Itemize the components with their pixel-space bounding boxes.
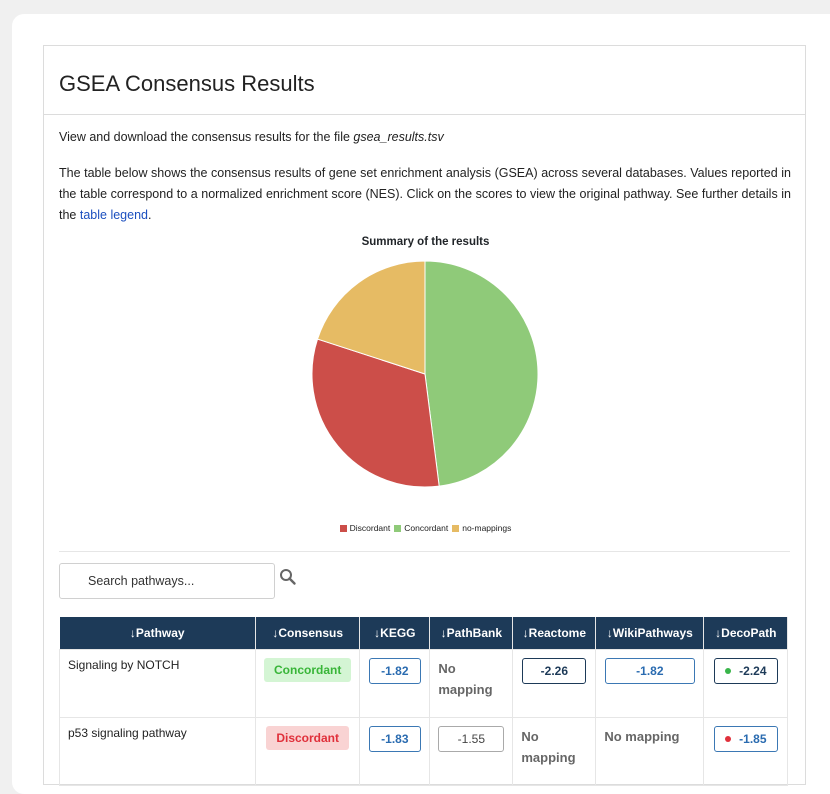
reactome-score[interactable]: -2.26 [522, 657, 587, 684]
wikipathways-cell: No mapping [595, 716, 705, 786]
search-icon[interactable] [279, 568, 297, 591]
search-input[interactable] [59, 563, 275, 599]
results-card: GSEA Consensus Results View and download… [43, 45, 807, 786]
legend-label: Discordant [349, 523, 391, 533]
pie-slice-concordant[interactable] [424, 260, 539, 487]
no-mapping-text: No mapping [438, 660, 493, 697]
intro-text: View and download the consensus results … [59, 130, 444, 144]
chart-legend: Discordant Concordant no-mappings [44, 523, 807, 533]
summary-pie-chart [311, 260, 539, 488]
consensus-badge: Discordant [266, 725, 350, 750]
col-header-pathway[interactable]: ↓Pathway [59, 617, 256, 649]
table-header-row: ↓Pathway ↓Consensus ↓KEGG ↓PathBank ↓Rea… [59, 617, 789, 649]
no-mapping-text: No mapping [604, 728, 680, 744]
decopath-cell: -1.85 [703, 716, 789, 786]
pathway-name: Signaling by NOTCH [59, 648, 256, 718]
table-row: p53 signaling pathway Discordant -1.83 -… [59, 716, 789, 786]
decopath-value: -2.24 [739, 663, 767, 678]
pathbank-cell: -1.55 [429, 716, 514, 786]
legend-label: Concordant [404, 523, 449, 533]
intro-prefix: View and download the consensus results … [59, 130, 354, 144]
card-header: GSEA Consensus Results [44, 46, 805, 115]
legend-item-concordant[interactable]: Concordant [394, 523, 448, 533]
kegg-cell: -1.83 [359, 716, 431, 786]
kegg-score[interactable]: -1.83 [368, 725, 421, 752]
description-end: . [147, 208, 152, 222]
decopath-value: -1.85 [739, 731, 767, 746]
divider [59, 551, 790, 552]
decopath-score[interactable]: -2.24 [713, 657, 778, 684]
description-body: The table below shows the consensus resu… [59, 166, 791, 222]
decopath-score[interactable]: -1.85 [713, 725, 778, 752]
reactome-cell: -2.26 [512, 648, 597, 718]
col-header-wikipathways[interactable]: ↓WikiPathways [595, 617, 705, 649]
consensus-badge: Concordant [264, 657, 352, 682]
pathway-name: p53 signaling pathway [59, 716, 256, 786]
description-text: The table below shows the consensus resu… [59, 163, 791, 226]
legend-swatch [339, 525, 347, 532]
col-header-decopath[interactable]: ↓DecoPath [703, 617, 789, 649]
legend-swatch [452, 525, 460, 532]
consensus-cell: Discordant [254, 716, 361, 786]
reactome-cell: No mapping [512, 716, 597, 786]
kegg-cell: -1.82 [359, 648, 431, 718]
col-header-kegg[interactable]: ↓KEGG [359, 617, 431, 649]
table-legend-link[interactable]: table legend [80, 208, 148, 222]
legend-item-no-mappings[interactable]: no-mappings [452, 523, 511, 533]
no-mapping-text: No mapping [521, 728, 576, 765]
discordant-dot-icon [725, 735, 732, 742]
consensus-cell: Concordant [254, 648, 361, 718]
col-header-consensus[interactable]: ↓Consensus [255, 617, 361, 649]
legend-item-discordant[interactable]: Discordant [339, 523, 391, 533]
table-row: Signaling by NOTCH Concordant -1.82 No m… [59, 648, 789, 718]
col-header-reactome[interactable]: ↓Reactome [512, 617, 597, 649]
wikipathways-score[interactable]: -1.82 [604, 657, 695, 684]
chart-title: Summary of the results [361, 236, 490, 248]
concordant-dot-icon [725, 667, 732, 674]
pathbank-score[interactable]: -1.55 [438, 725, 505, 752]
legend-swatch [394, 525, 402, 532]
legend-label: no-mappings [462, 523, 512, 533]
results-table: ↓Pathway ↓Consensus ↓KEGG ↓PathBank ↓Rea… [59, 617, 789, 786]
page-title: GSEA Consensus Results [59, 71, 315, 96]
decopath-cell: -2.24 [703, 648, 789, 718]
wikipathways-cell: -1.82 [595, 648, 705, 718]
file-name: gsea_results.tsv [353, 130, 444, 144]
kegg-score[interactable]: -1.82 [368, 657, 421, 684]
col-header-pathbank[interactable]: ↓PathBank [429, 617, 514, 649]
pathbank-cell: No mapping [429, 648, 514, 718]
